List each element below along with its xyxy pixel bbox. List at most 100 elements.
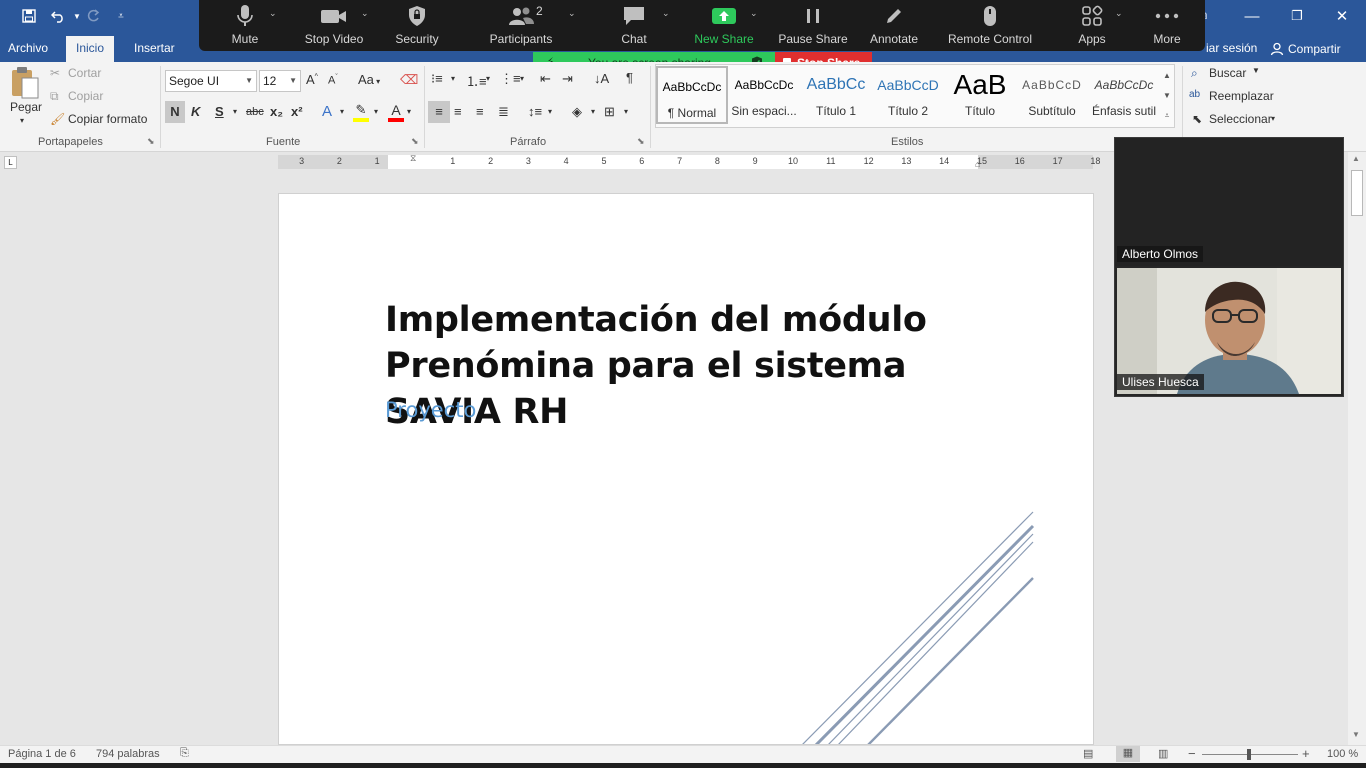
scroll-down-icon[interactable]: ▼	[1352, 730, 1360, 739]
paragraph-launcher-icon[interactable]: ⬊	[637, 136, 645, 147]
participant-video-panel[interactable]: Alberto Olmos Ulises Huesca	[1114, 137, 1344, 397]
font-size-select[interactable]: 12 ▼	[259, 70, 301, 92]
find-dropdown-icon[interactable]: ▼	[1252, 66, 1260, 75]
right-indent-marker-icon[interactable]: ⌂	[975, 159, 980, 169]
paste-dropdown-icon[interactable]: ▾	[20, 116, 24, 125]
restore-icon[interactable]: ❐	[1277, 4, 1317, 28]
shading-icon[interactable]: ◈	[572, 104, 582, 120]
minimize-icon[interactable]: —	[1232, 4, 1272, 28]
zoom-out-icon[interactable]: −	[1188, 746, 1196, 761]
participants-button[interactable]: Participants	[487, 0, 555, 51]
page-count[interactable]: Página 1 de 6	[8, 748, 76, 760]
share-options-caret[interactable]: ⌄	[750, 8, 758, 19]
line-spacing-icon[interactable]: ↕≡	[528, 104, 542, 119]
underline-dropdown-icon[interactable]: ▾	[233, 107, 237, 116]
subscript-button[interactable]: x₂	[270, 104, 283, 119]
document-page[interactable]: Implementación del módulo Prenómina para…	[278, 193, 1094, 745]
copy-button[interactable]: Copiar	[68, 89, 103, 103]
indent-marker-icon[interactable]: ⧖	[410, 153, 416, 164]
tab-inicio[interactable]: Inicio	[66, 36, 114, 62]
shading-dropdown-icon[interactable]: ▾	[591, 107, 595, 116]
tab-archivo[interactable]: Archivo	[0, 36, 56, 62]
underline-button[interactable]: S	[215, 104, 224, 119]
proofing-icon[interactable]: ⎘	[180, 747, 189, 760]
font-color-icon[interactable]: A	[388, 102, 404, 122]
justify-icon[interactable]: ≣	[498, 104, 509, 120]
zoom-slider-thumb[interactable]	[1247, 749, 1251, 760]
paste-button[interactable]: Pegar	[10, 100, 42, 114]
share-button[interactable]: Compartir	[1262, 36, 1349, 62]
style-normal[interactable]: AaBbCcDc ¶ Normal	[656, 66, 728, 124]
style-title[interactable]: AaB Título	[944, 66, 1016, 124]
chat-button[interactable]: Chat	[613, 0, 655, 51]
signin-link[interactable]: iar sesión	[1198, 36, 1265, 62]
read-mode-icon[interactable]: ▤	[1083, 747, 1093, 760]
apps-button[interactable]: Apps	[1075, 0, 1109, 51]
mute-button[interactable]: Mute	[219, 0, 271, 51]
numbering-icon[interactable]: ⒈≡	[466, 71, 487, 90]
style-subtitle[interactable]: AaBbCcD Subtítulo	[1016, 66, 1088, 124]
highlight-color-icon[interactable]: ✎	[353, 102, 369, 122]
remote-control-button[interactable]: Remote Control	[945, 0, 1035, 51]
borders-dropdown-icon[interactable]: ▾	[624, 107, 628, 116]
numbering-dropdown-icon[interactable]: ▾	[486, 74, 490, 83]
grow-font-icon[interactable]: A^	[306, 72, 318, 87]
strikethrough-button[interactable]: abc	[246, 106, 264, 118]
vertical-scrollbar[interactable]: ▲ ▼	[1348, 152, 1366, 745]
print-layout-icon[interactable]: ▦	[1116, 746, 1140, 762]
style-subtle-emphasis[interactable]: AaBbCcDc Énfasis sutil	[1088, 66, 1160, 124]
multilevel-dropdown-icon[interactable]: ▾	[520, 74, 524, 83]
style-heading-1[interactable]: AaBbCc Título 1	[800, 66, 872, 124]
participant-tile-video-off[interactable]: Alberto Olmos	[1115, 138, 1343, 266]
horizontal-ruler[interactable]: 3 2 1 1 2 3 4 5 6 7 8 9 10 11 12 13 14 15 16 17 18 ⧖ ⌂	[278, 153, 1100, 169]
mute-options-caret[interactable]: ⌄	[269, 8, 277, 19]
show-formatting-icon[interactable]: ¶	[626, 70, 633, 85]
scrollbar-thumb[interactable]	[1351, 170, 1363, 216]
word-count[interactable]: 794 palabras	[96, 748, 160, 760]
align-left-icon[interactable]: ≡	[428, 101, 450, 123]
select-button[interactable]: Seleccionar	[1209, 112, 1272, 126]
participant-tile-video-on[interactable]: Ulises Huesca	[1117, 268, 1341, 394]
chat-options-caret[interactable]: ⌄	[662, 8, 670, 19]
stop-video-button[interactable]: Stop Video	[299, 0, 369, 51]
apps-options-caret[interactable]: ⌄	[1115, 8, 1123, 19]
italic-button[interactable]: K	[191, 104, 200, 119]
zoom-in-icon[interactable]: +	[1302, 746, 1310, 761]
close-icon[interactable]: ✕	[1322, 4, 1362, 28]
style-heading-2[interactable]: AaBbCcD Título 2	[872, 66, 944, 124]
tab-insertar[interactable]: Insertar	[126, 36, 183, 62]
security-button[interactable]: Security	[389, 0, 445, 51]
tab-selector-icon[interactable]: L	[4, 156, 17, 169]
text-effects-icon[interactable]: A	[322, 103, 332, 120]
superscript-button[interactable]: x²	[291, 104, 303, 119]
annotate-button[interactable]: Annotate	[867, 0, 921, 51]
more-button[interactable]: More	[1149, 0, 1185, 51]
shrink-font-icon[interactable]: Aˇ	[328, 74, 338, 87]
font-color-dropdown-icon[interactable]: ▾	[407, 107, 411, 116]
increase-indent-icon[interactable]: ⇥	[562, 71, 573, 87]
cut-button[interactable]: Cortar	[68, 66, 101, 80]
font-launcher-icon[interactable]: ⬊	[411, 136, 419, 147]
multilevel-list-icon[interactable]: ⋮≡	[500, 71, 521, 87]
style-no-spacing[interactable]: AaBbCcDc Sin espaci...	[728, 66, 800, 124]
bold-button[interactable]: N	[165, 101, 185, 123]
customize-quick-access-icon[interactable]: ⩡	[110, 5, 132, 27]
decrease-indent-icon[interactable]: ⇤	[540, 71, 551, 87]
sort-icon[interactable]: ↓A	[594, 71, 609, 86]
participants-options-caret[interactable]: ⌄	[568, 8, 576, 19]
replace-button[interactable]: Reemplazar	[1209, 89, 1274, 103]
text-effects-dropdown-icon[interactable]: ▾	[340, 107, 344, 116]
scroll-up-icon[interactable]: ▲	[1352, 154, 1360, 163]
pause-share-button[interactable]: Pause Share	[778, 0, 848, 51]
bullets-icon[interactable]: ⁝≡	[431, 71, 443, 87]
select-dropdown-icon[interactable]: ▾	[1271, 114, 1275, 123]
clear-formatting-icon[interactable]: ⌫	[400, 72, 418, 88]
styles-scroll-controls[interactable]: ▲ ▼ ⩡	[1160, 66, 1174, 126]
video-options-caret[interactable]: ⌄	[361, 8, 369, 19]
align-center-icon[interactable]: ≡	[454, 104, 462, 119]
save-icon[interactable]	[18, 5, 40, 27]
align-right-icon[interactable]: ≡	[476, 104, 484, 119]
web-layout-icon[interactable]: ▥	[1158, 747, 1168, 760]
redo-icon[interactable]	[82, 5, 104, 27]
find-button[interactable]: Buscar	[1209, 66, 1246, 80]
